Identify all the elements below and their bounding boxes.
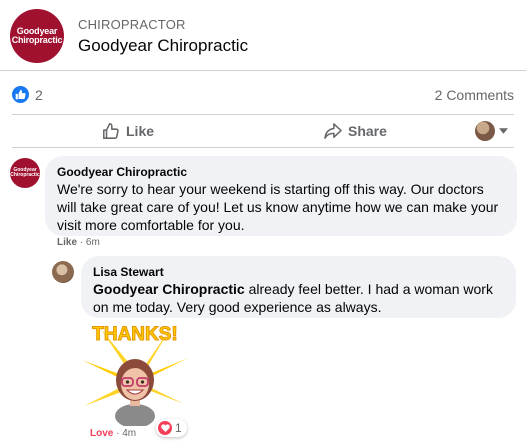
reply-meta: Love · 4m [90,428,136,439]
like-button-label: Like [126,123,155,139]
user-avatar [475,121,495,141]
reply-love-link[interactable]: Love [90,428,113,439]
share-button-label: Share [348,123,387,139]
reply-text: Goodyear Chiropractic already feel bette… [93,280,504,316]
like-reaction-icon[interactable] [12,86,29,103]
reply-bubble: Lisa Stewart Goodyear Chiropractic alrea… [81,256,516,318]
like-count[interactable]: 2 [35,87,43,103]
comment-author[interactable]: Goodyear Chiropractic [57,164,505,180]
chevron-down-icon [499,128,508,134]
share-button[interactable]: Share [324,115,387,147]
thumbs-up-icon [103,123,119,139]
reply-author-avatar[interactable] [52,261,74,283]
like-button[interactable]: Like [102,115,154,147]
divider [12,147,514,148]
commenter-avatar[interactable]: Goodyear Chiropractic [10,158,40,188]
comment-time[interactable]: · 6m [80,237,100,248]
avatar-text-line2: Chiropractic [10,172,40,178]
post-stats: 2 2 Comments [0,80,526,108]
love-reaction-icon [158,421,172,435]
post-header: Goodyear Chiropractic CHIROPRACTOR Goody… [0,0,526,70]
comment-meta: Like · 6m [57,237,100,248]
page-avatar[interactable]: Goodyear Chiropractic [10,9,64,63]
thanks-sticker: THANKS! [80,318,190,428]
comment-text: We're sorry to hear your weekend is star… [57,181,499,233]
share-arrow-icon [324,123,342,139]
react-as-selector[interactable] [475,115,508,147]
sticker-text: THANKS! [92,324,178,345]
memoji-face-icon [115,359,155,428]
page-category: CHIROPRACTOR [78,17,186,32]
comment-bubble: Goodyear Chiropractic We're sorry to hea… [45,156,517,236]
reaction-count: 1 [175,421,182,435]
avatar-text-line2: Chiropractic [11,35,63,45]
comments-count[interactable]: 2 Comments [435,87,514,103]
divider [0,70,526,71]
reply-mention[interactable]: Goodyear Chiropractic [93,281,245,297]
comment-like-link[interactable]: Like [57,237,77,248]
reply-author[interactable]: Lisa Stewart [93,264,504,280]
post-actions: Like Share [12,115,514,147]
page-name[interactable]: Goodyear Chiropractic [78,36,248,56]
reply-time[interactable]: · 4m [116,428,136,439]
reaction-summary[interactable]: 1 [156,419,187,437]
